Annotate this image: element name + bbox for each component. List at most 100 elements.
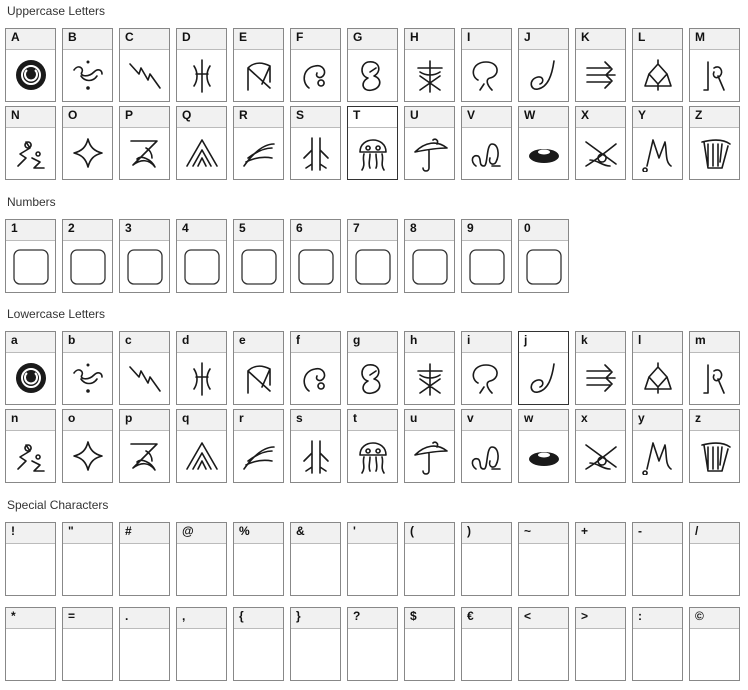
glyph-cell[interactable]: 7	[347, 219, 398, 293]
glyph-cell[interactable]: =	[62, 607, 113, 681]
glyph-cell[interactable]: F	[290, 28, 341, 102]
glyph-cell[interactable]: H	[404, 28, 455, 102]
glyph-cell[interactable]: W	[518, 106, 569, 180]
glyph-preview	[462, 353, 511, 404]
glyph-cell[interactable]: J	[518, 28, 569, 102]
glyph-cell[interactable]: q	[176, 409, 227, 483]
glyph-cell[interactable]: D	[176, 28, 227, 102]
glyph-cell[interactable]: '	[347, 522, 398, 596]
glyph-cell[interactable]: n	[5, 409, 56, 483]
glyph-cell[interactable]: l	[632, 331, 683, 405]
glyph-cell[interactable]: a	[5, 331, 56, 405]
glyph-cell[interactable]: k	[575, 331, 626, 405]
glyph-cell[interactable]: 0	[518, 219, 569, 293]
glyph-cell[interactable]: g	[347, 331, 398, 405]
glyph-cell[interactable]: 6	[290, 219, 341, 293]
glyph-cell[interactable]: U	[404, 106, 455, 180]
glyph-cell[interactable]: €	[461, 607, 512, 681]
glyph-cell[interactable]: +	[575, 522, 626, 596]
glyph-cell-label: >	[576, 608, 625, 629]
glyph-cell[interactable]: 8	[404, 219, 455, 293]
glyph-cell[interactable]: f	[290, 331, 341, 405]
glyph-cell[interactable]: (	[404, 522, 455, 596]
glyph-cell[interactable]: Z	[689, 106, 740, 180]
glyph-cell[interactable]: N	[5, 106, 56, 180]
loop-knot-icon	[471, 445, 501, 470]
glyph-cell[interactable]: P	[119, 106, 170, 180]
glyph-cell[interactable]: 9	[461, 219, 512, 293]
glyph-cell[interactable]: <	[518, 607, 569, 681]
glyph-cell[interactable]: u	[404, 409, 455, 483]
glyph-cell[interactable]: *	[5, 607, 56, 681]
glyph-cell[interactable]: }	[290, 607, 341, 681]
glyph-cell[interactable]: @	[176, 522, 227, 596]
glyph-cell[interactable]: 5	[233, 219, 284, 293]
glyph-cell[interactable]: j	[518, 331, 569, 405]
glyph-cell[interactable]: L	[632, 28, 683, 102]
glyph-cell[interactable]: !	[5, 522, 56, 596]
glyph-cell[interactable]: E	[233, 28, 284, 102]
glyph-cell[interactable]: v	[461, 409, 512, 483]
glyph-cell[interactable]: o	[62, 409, 113, 483]
glyph-preview	[462, 128, 511, 179]
glyph-cell-label: H	[405, 29, 454, 50]
glyph-cell[interactable]: #	[119, 522, 170, 596]
glyph-cell[interactable]: G	[347, 28, 398, 102]
glyph-cell[interactable]: 2	[62, 219, 113, 293]
glyph-cell[interactable]: h	[404, 331, 455, 405]
glyph-cell[interactable]: i	[461, 331, 512, 405]
glyph-cell[interactable]: I	[461, 28, 512, 102]
glyph-cell[interactable]: 4	[176, 219, 227, 293]
glyph-cell[interactable]: s	[290, 409, 341, 483]
glyph-cell[interactable]: 1	[5, 219, 56, 293]
glyph-cell[interactable]: c	[119, 331, 170, 405]
glyph-preview	[177, 431, 226, 482]
glyph-cell[interactable]: ,	[176, 607, 227, 681]
tent-lines-icon	[185, 441, 218, 470]
glyph-cell[interactable]: S	[290, 106, 341, 180]
glyph-cell[interactable]: X	[575, 106, 626, 180]
glyph-cell[interactable]: e	[233, 331, 284, 405]
glyph-cell[interactable]: M	[689, 28, 740, 102]
glyph-cell[interactable]: :	[632, 607, 683, 681]
glyph-cell[interactable]: R	[233, 106, 284, 180]
glyph-cell[interactable]: /	[689, 522, 740, 596]
glyph-cell[interactable]: ©	[689, 607, 740, 681]
glyph-cell[interactable]: d	[176, 331, 227, 405]
glyph-cell[interactable]: B	[62, 28, 113, 102]
glyph-cell[interactable]: 3	[119, 219, 170, 293]
glyph-cell[interactable]: w	[518, 409, 569, 483]
glyph-cell[interactable]: r	[233, 409, 284, 483]
glyph-cell[interactable]: V	[461, 106, 512, 180]
glyph-cell[interactable]: >	[575, 607, 626, 681]
glyph-cell[interactable]: z	[689, 409, 740, 483]
glyph-cell[interactable]: .	[119, 607, 170, 681]
glyph-cell-label: #	[120, 523, 169, 544]
glyph-cell[interactable]: $	[404, 607, 455, 681]
glyph-cell[interactable]: y	[632, 409, 683, 483]
glyph-cell[interactable]: b	[62, 331, 113, 405]
glyph-preview	[6, 353, 55, 404]
glyph-cell[interactable]: m	[689, 331, 740, 405]
glyph-cell[interactable]: x	[575, 409, 626, 483]
glyph-cell[interactable]: %	[233, 522, 284, 596]
glyph-cell[interactable]: Q	[176, 106, 227, 180]
glyph-cell[interactable]: A	[5, 28, 56, 102]
glyph-cell[interactable]: C	[119, 28, 170, 102]
glyph-cell[interactable]: )	[461, 522, 512, 596]
glyph-cell[interactable]: K	[575, 28, 626, 102]
glyph-cell[interactable]: &	[290, 522, 341, 596]
glyph-cell[interactable]: "	[62, 522, 113, 596]
glyph-cell[interactable]: T	[347, 106, 398, 180]
glyph-cell[interactable]: -	[632, 522, 683, 596]
glyph-preview	[63, 544, 112, 595]
glyph-cell[interactable]: p	[119, 409, 170, 483]
glyph-cell[interactable]: ?	[347, 607, 398, 681]
glyph-cell[interactable]: t	[347, 409, 398, 483]
glyph-cell[interactable]: O	[62, 106, 113, 180]
glyph-cell-label: b	[63, 332, 112, 353]
glyph-cell-label: I	[462, 29, 511, 50]
glyph-cell[interactable]: ~	[518, 522, 569, 596]
glyph-cell[interactable]: Y	[632, 106, 683, 180]
glyph-cell[interactable]: {	[233, 607, 284, 681]
